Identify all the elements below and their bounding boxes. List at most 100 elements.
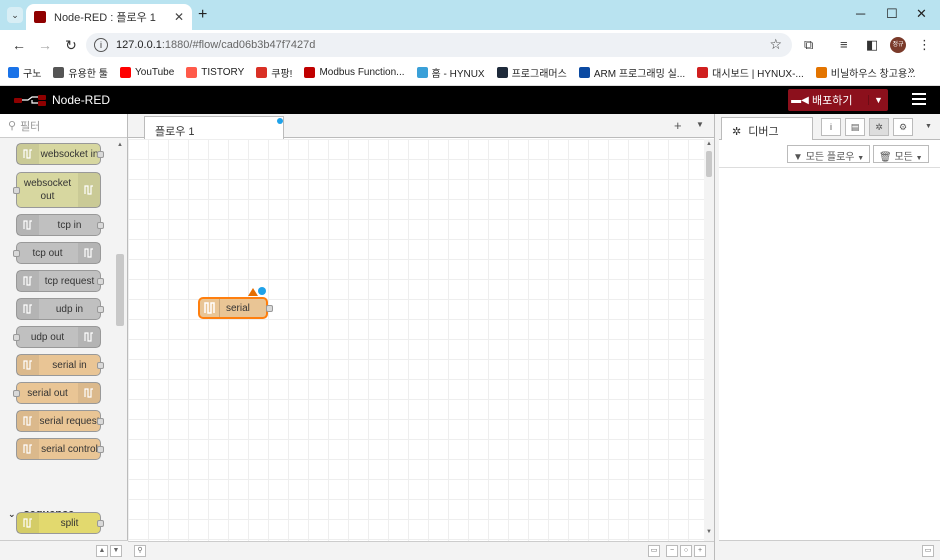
url-bar[interactable]: i 127.0.0.1:1880/#flow/cad06b3b47f7427d … [86, 33, 792, 57]
bookmark-item[interactable]: 비닐하우스 창고용... [815, 65, 915, 80]
scroll-down-icon[interactable]: ▼ [706, 529, 712, 535]
tab-search-icon[interactable]: ⌄ [7, 7, 23, 23]
add-flow-button[interactable]: + [674, 118, 682, 133]
url-path: :1880/#flow/cad06b3b47f7427d [161, 39, 316, 51]
node-type-icon [17, 411, 39, 431]
browser-tab[interactable]: Node-RED : 플로우 1 ✕ [26, 4, 192, 30]
site-info-icon[interactable]: i [94, 38, 108, 52]
media-control-icon[interactable]: ≡ [840, 37, 848, 52]
bookmark-item[interactable]: 구노 [8, 65, 41, 80]
help-book-icon[interactable]: ▤ [845, 118, 865, 136]
bookmark-favicon-icon [120, 67, 131, 78]
palette-node-label: udp out [30, 331, 65, 343]
node-type-icon [17, 271, 39, 291]
bookmark-item[interactable]: Modbus Function... [304, 67, 405, 78]
close-tab-icon[interactable]: ✕ [174, 10, 184, 24]
palette-node[interactable]: serial control [16, 438, 104, 460]
palette-node[interactable]: serial out [13, 382, 101, 404]
bookmark-label: 대시보드 | HYNUX-... [712, 69, 804, 80]
palette-node-label: split [60, 517, 79, 529]
serial-node[interactable]: serial [198, 297, 273, 319]
maximize-icon[interactable]: ☐ [886, 6, 898, 22]
bookmark-item[interactable]: TISTORY [186, 67, 244, 78]
palette-node[interactable]: websocket in [16, 143, 104, 165]
bookmark-star-icon[interactable]: ☆ [769, 36, 782, 53]
debug-toolbar: ▼ 모든 플로우 ▼ 🗑 모든 ▼ [719, 140, 940, 168]
output-port [97, 418, 104, 425]
palette-node-label: serial out [27, 387, 68, 399]
open-window-icon[interactable]: ▭ [922, 545, 934, 557]
palette-node[interactable]: tcp in [16, 214, 104, 236]
scroll-up-icon[interactable]: ▲ [706, 141, 712, 147]
collapse-all-icon[interactable]: ▲ [96, 545, 108, 557]
palette-node[interactable]: serial in [16, 354, 104, 376]
output-port [97, 306, 104, 313]
node-palette: ⚲ 필터 ⌄ sequence websocket inwebsocket ou… [0, 114, 128, 560]
input-port [13, 334, 20, 341]
tab-flow-1[interactable]: 플로우 1 [144, 116, 284, 139]
bookmark-item[interactable]: YouTube [120, 67, 174, 78]
bookmark-item[interactable]: 쿠팡! [256, 65, 292, 80]
new-tab-button[interactable]: + [198, 6, 207, 24]
palette-node[interactable]: serial request [16, 410, 104, 432]
expand-all-icon[interactable]: ▼ [110, 545, 122, 557]
zoom-in-icon[interactable]: + [694, 545, 706, 557]
info-tab-icon[interactable]: i [821, 118, 841, 136]
palette-node-label: tcp request [44, 275, 95, 287]
sidebar-menu-dropdown-icon[interactable]: ▼ [925, 123, 932, 130]
palette-node[interactable]: websocket out [13, 172, 101, 208]
node-type-icon [78, 243, 100, 263]
clear-filter-dropdown[interactable]: 🗑 모든 ▼ [873, 145, 929, 163]
config-gear-icon[interactable]: ⚙ [893, 118, 913, 136]
palette-scroll-up-icon[interactable]: ▲ [117, 142, 123, 148]
palette-filter-placeholder: 필터 [20, 120, 41, 133]
palette-node[interactable]: udp out [13, 326, 101, 348]
vertical-scroll-thumb[interactable] [706, 151, 712, 177]
bookmarks-overflow-icon[interactable]: » [908, 63, 915, 77]
palette-node[interactable]: split [16, 512, 104, 534]
palette-node[interactable]: tcp request [16, 270, 104, 292]
node-label: serial [226, 302, 250, 314]
search-flows-icon[interactable]: ⚲ [134, 545, 146, 557]
palette-node-list: ⌄ sequence websocket inwebsocket outtcp … [0, 140, 116, 540]
warning-triangle-icon [248, 288, 258, 296]
palette-node[interactable]: tcp out [13, 242, 101, 264]
zoom-out-icon[interactable]: − [666, 545, 678, 557]
extensions-icon[interactable]: ⧉ [804, 37, 813, 53]
palette-node-label: serial in [52, 359, 87, 371]
deploy-button[interactable]: ▬◀ 배포하기 ▼ [788, 89, 888, 111]
flow-workspace: 플로우 1 + ▼ serial ◀ ▶ ▲ ▼ ⚲ ▭ − ○ + [128, 114, 714, 560]
chrome-menu-icon[interactable]: ⋮ [918, 37, 931, 53]
side-panel-icon[interactable]: ◧ [866, 37, 878, 53]
profile-avatar[interactable]: 정규 [890, 37, 906, 53]
reload-icon[interactable]: ↻ [60, 37, 82, 54]
bookmark-item[interactable]: 대시보드 | HYNUX-... [697, 65, 804, 80]
flow-canvas[interactable]: serial ◀ ▶ [128, 139, 704, 541]
bookmark-item[interactable]: ARM 프로그래밍 실... [578, 65, 685, 80]
navigator-icon[interactable]: ▭ [648, 545, 660, 557]
palette-node[interactable]: udp in [16, 298, 104, 320]
window-close-icon[interactable]: ✕ [916, 6, 927, 22]
main-menu-icon[interactable] [912, 93, 926, 108]
zoom-reset-icon[interactable]: ○ [680, 545, 692, 557]
debug-tab-icon[interactable]: ✲ [869, 118, 889, 136]
sidebar-tab-bar: ✲ 디버그 i ▤ ✲ ⚙ ▼ [719, 114, 940, 140]
bookmark-favicon-icon [186, 67, 198, 78]
bookmark-item[interactable]: 프로그래머스 [496, 65, 567, 80]
flow-filter-dropdown[interactable]: ▼ 모든 플로우 ▼ [787, 145, 871, 163]
deploy-dropdown-icon[interactable]: ▼ [868, 95, 888, 105]
bookmark-favicon-icon [578, 67, 590, 78]
minimize-icon[interactable]: ─ [856, 6, 865, 21]
bookmark-item[interactable]: 홈 - HYNUX [416, 65, 485, 80]
bookmark-item[interactable]: 유용한 툴 [53, 65, 108, 80]
palette-filter-input[interactable]: ⚲ 필터 [0, 114, 127, 138]
node-type-icon [78, 173, 100, 207]
tab-debug[interactable]: ✲ 디버그 [721, 117, 813, 140]
canvas-vertical-scrollbar[interactable]: ▲ ▼ [704, 139, 714, 541]
palette-scrollbar[interactable] [116, 254, 124, 326]
output-port [97, 362, 104, 369]
back-icon[interactable]: ← [8, 37, 30, 53]
output-port[interactable] [266, 305, 273, 312]
forward-icon[interactable]: → [34, 37, 56, 53]
flow-list-dropdown-icon[interactable]: ▼ [696, 120, 704, 129]
